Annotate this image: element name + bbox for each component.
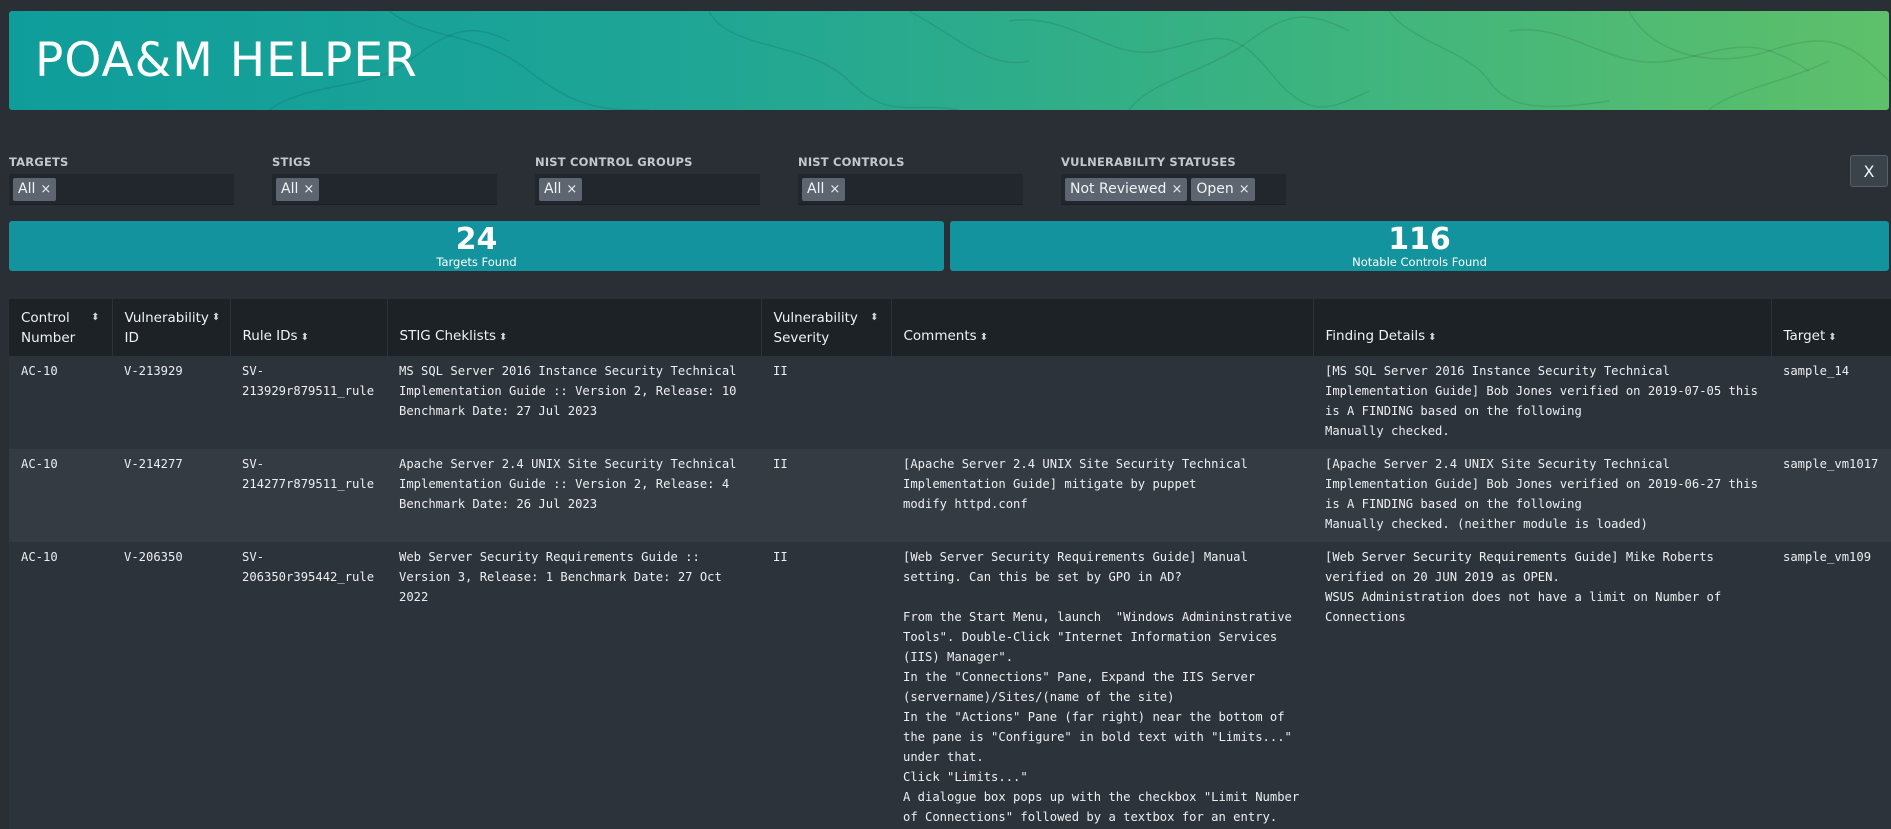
remove-chip-icon[interactable]: × — [1171, 182, 1182, 197]
sort-icon[interactable]: ⬍ — [980, 332, 988, 343]
page-title: POA&M HELPER — [35, 33, 418, 88]
controls-count: 116 — [1388, 222, 1451, 257]
chip-label: All — [18, 181, 36, 197]
cell-target: sample_vm109 — [1771, 542, 1891, 829]
remove-chip-icon[interactable]: × — [303, 182, 314, 197]
nist-control-groups-select[interactable]: All × — [535, 174, 760, 205]
filter-chip: All × — [802, 177, 846, 201]
cell-control-number: AC-10 — [9, 356, 112, 449]
chip-label: All — [544, 181, 562, 197]
cell-finding-details: [Web Server Security Requirements Guide]… — [1313, 542, 1771, 829]
remove-chip-icon[interactable]: × — [40, 182, 51, 197]
targets-label: Targets Found — [436, 255, 517, 269]
filter-label: TARGETS — [9, 155, 69, 169]
targets-count: 24 — [455, 222, 498, 257]
cell-stig-checklist: MS SQL Server 2016 Instance Security Tec… — [387, 356, 761, 449]
cell-vulnerability-id: V-206350 — [112, 542, 230, 829]
cell-stig-checklist: Web Server Security Requirements Guide :… — [387, 542, 761, 829]
filter-chip: Not Reviewed × — [1065, 177, 1188, 201]
cell-rule-ids: SV-214277r879511_rule — [230, 449, 387, 542]
filter-label: NIST CONTROLS — [798, 155, 905, 169]
column-header-vulnerability-severity[interactable]: Vulnerability Severity ⬍ — [761, 299, 892, 356]
table-row[interactable]: AC-10 V-214277 SV-214277r879511_rule Apa… — [9, 449, 1891, 542]
filter-chip: All × — [539, 177, 583, 201]
cell-severity: II — [761, 542, 891, 829]
table-header-row: Control Number ⬍ Vulnerability ID ⬍ Rule I… — [9, 299, 1891, 356]
column-header-vulnerability-id[interactable]: Vulnerability ID ⬍ — [112, 299, 231, 356]
stigs-select[interactable]: All × — [272, 174, 497, 205]
targets-found-card: 24 Targets Found — [9, 221, 944, 271]
results-table-container: Control Number ⬍ Vulnerability ID ⬍ Rule I… — [9, 299, 1891, 829]
sort-icon[interactable]: ⬍ — [870, 308, 878, 328]
column-header-target[interactable]: Target ⬍ — [1771, 299, 1891, 356]
remove-chip-icon[interactable]: × — [829, 182, 840, 197]
sort-icon[interactable]: ⬍ — [1428, 332, 1436, 343]
remove-chip-icon[interactable]: × — [566, 182, 577, 197]
cell-vulnerability-id: V-214277 — [112, 449, 230, 542]
sort-icon[interactable]: ⬍ — [212, 308, 220, 328]
filter-vulnerability-statuses: VULNERABILITY STATUSES Not Reviewed × Op… — [1061, 155, 1286, 205]
cell-control-number: AC-10 — [9, 542, 112, 829]
cell-target: sample_vm1017 — [1771, 449, 1891, 542]
chip-label: All — [281, 181, 299, 197]
column-header-finding-details[interactable]: Finding Details ⬍ — [1313, 299, 1772, 356]
cell-comments: [Apache Server 2.4 UNIX Site Security Te… — [891, 449, 1313, 542]
cell-comments — [891, 356, 1313, 449]
filter-label: VULNERABILITY STATUSES — [1061, 155, 1236, 169]
sort-icon[interactable]: ⬍ — [499, 332, 507, 343]
table-row[interactable]: AC-10 V-213929 SV-213929r879511_rule MS … — [9, 356, 1891, 449]
cell-rule-ids: SV-206350r395442_rule — [230, 542, 387, 829]
controls-found-card: 116 Notable Controls Found — [950, 221, 1889, 271]
filter-nist-controls: NIST CONTROLS All × — [798, 155, 1023, 205]
vulnerability-statuses-select[interactable]: Not Reviewed × Open × — [1061, 174, 1286, 205]
remove-chip-icon[interactable]: × — [1239, 182, 1250, 197]
filter-label: STIGS — [272, 155, 312, 169]
column-header-comments[interactable]: Comments ⬍ — [891, 299, 1314, 356]
filter-nist-control-groups: NIST CONTROL GROUPS All × — [535, 155, 760, 205]
chip-label: Open — [1196, 181, 1234, 197]
cell-stig-checklist: Apache Server 2.4 UNIX Site Security Tec… — [387, 449, 761, 542]
cell-control-number: AC-10 — [9, 449, 112, 542]
nist-controls-select[interactable]: All × — [798, 174, 1023, 205]
column-header-control-number[interactable]: Control Number ⬍ — [9, 299, 113, 356]
filter-stigs: STIGS All × — [272, 155, 497, 205]
sort-icon[interactable]: ⬍ — [301, 332, 309, 343]
filter-chip: All × — [13, 177, 57, 201]
cell-finding-details: [MS SQL Server 2016 Instance Security Te… — [1313, 356, 1771, 449]
cell-target: sample_14 — [1771, 356, 1891, 449]
column-header-rule-ids[interactable]: Rule IDs ⬍ — [230, 299, 388, 356]
header-banner: POA&M HELPER — [9, 11, 1889, 110]
cell-finding-details: [Apache Server 2.4 UNIX Site Security Te… — [1313, 449, 1771, 542]
cell-severity: II — [761, 449, 891, 542]
table-row[interactable]: AC-10 V-206350 SV-206350r395442_rule Web… — [9, 542, 1891, 829]
cell-rule-ids: SV-213929r879511_rule — [230, 356, 387, 449]
chip-label: Not Reviewed — [1070, 181, 1167, 197]
filter-label: NIST CONTROL GROUPS — [535, 155, 693, 169]
filter-chip: All × — [276, 177, 320, 201]
clear-filters-button[interactable]: X — [1850, 155, 1888, 187]
cell-severity: II — [761, 356, 891, 449]
sort-icon[interactable]: ⬍ — [91, 308, 99, 328]
cell-vulnerability-id: V-213929 — [112, 356, 230, 449]
cell-comments: [Web Server Security Requirements Guide]… — [891, 542, 1313, 829]
chip-label: All — [807, 181, 825, 197]
sort-icon[interactable]: ⬍ — [1828, 332, 1836, 343]
filter-targets: TARGETS All × — [9, 155, 234, 205]
filter-chip: Open × — [1191, 177, 1255, 201]
filter-bar: TARGETS All × STIGS All × NIST CONTROL G… — [9, 155, 1891, 207]
results-table: Control Number ⬍ Vulnerability ID ⬍ Rule I… — [9, 299, 1891, 829]
controls-label: Notable Controls Found — [1352, 255, 1487, 269]
column-header-stig-checklists[interactable]: STIG Cheklists ⬍ — [387, 299, 762, 356]
targets-select[interactable]: All × — [9, 174, 234, 205]
